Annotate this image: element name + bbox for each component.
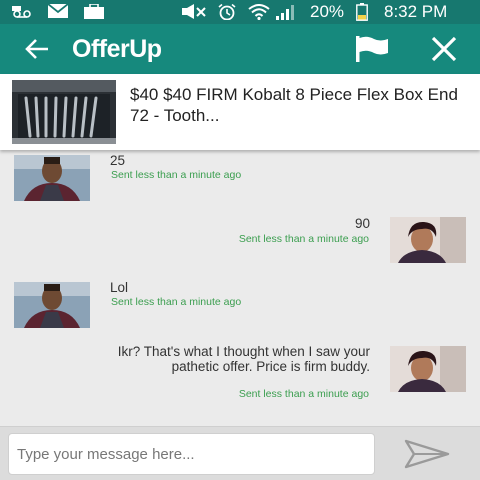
briefcase-icon bbox=[84, 3, 104, 24]
mute-icon bbox=[182, 4, 208, 24]
battery-percent: 20% bbox=[310, 2, 345, 21]
message-item: 90 Sent less than a minute ago bbox=[0, 212, 480, 266]
my-avatar bbox=[390, 217, 466, 263]
listing-title: $40 $40 FIRM Kobalt 8 Piece Flex Box End… bbox=[130, 85, 458, 125]
send-button[interactable] bbox=[402, 437, 452, 471]
report-flag-button[interactable] bbox=[354, 36, 390, 62]
back-arrow-icon bbox=[24, 37, 50, 67]
status-bar: 20% 8:32 PM bbox=[0, 0, 480, 24]
message-text: Ikr? That's what I thought when I saw yo… bbox=[117, 344, 370, 374]
app-bar: OfferUp bbox=[0, 24, 480, 74]
clock: 8:32 PM bbox=[384, 2, 448, 21]
message-item: Ikr? That's what I thought when I saw yo… bbox=[0, 342, 480, 408]
listing-header[interactable]: $40 $40 FIRM Kobalt 8 Piece Flex Box End… bbox=[0, 74, 480, 150]
message-timestamp: Sent less than a minute ago bbox=[111, 169, 242, 181]
message-timestamp: Sent less than a minute ago bbox=[238, 388, 369, 400]
back-button[interactable] bbox=[20, 32, 54, 66]
message-item: Lol Sent less than a minute ago bbox=[0, 278, 480, 332]
message-input[interactable] bbox=[8, 433, 375, 475]
message-timestamp: Sent less than a minute ago bbox=[238, 233, 369, 245]
message-composer bbox=[0, 426, 480, 480]
flag-icon bbox=[354, 36, 390, 66]
message-text: 90 bbox=[354, 216, 370, 231]
battery-icon bbox=[356, 3, 368, 26]
message-text: 25 bbox=[110, 153, 126, 168]
app-logo: OfferUp bbox=[72, 35, 162, 63]
my-avatar bbox=[390, 346, 466, 392]
wifi-icon bbox=[248, 4, 270, 25]
alarm-icon bbox=[218, 3, 236, 25]
message-text: Lol bbox=[110, 280, 129, 295]
close-icon bbox=[428, 36, 460, 68]
message-timestamp: Sent less than a minute ago bbox=[111, 296, 242, 308]
send-icon bbox=[402, 439, 452, 475]
signal-icon bbox=[276, 4, 296, 25]
sender-avatar bbox=[14, 155, 90, 201]
sender-avatar bbox=[14, 282, 90, 328]
email-icon bbox=[47, 3, 69, 23]
message-item: 25 Sent less than a minute ago bbox=[0, 150, 480, 210]
close-button[interactable] bbox=[428, 34, 460, 64]
listing-thumbnail bbox=[12, 80, 116, 144]
voicemail-icon bbox=[12, 4, 34, 23]
